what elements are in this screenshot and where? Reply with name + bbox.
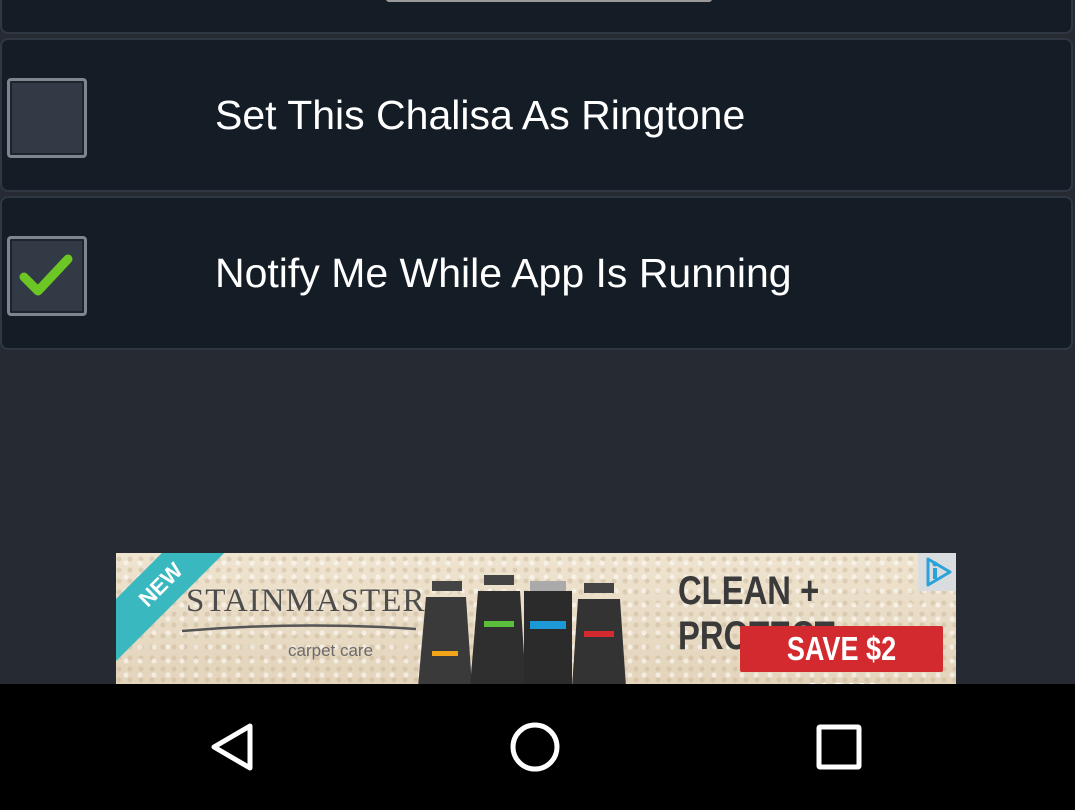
adchoices-icon[interactable] xyxy=(918,553,956,591)
product-bottles-image xyxy=(418,575,626,684)
ad-brand-sub: carpet care xyxy=(288,641,374,660)
ad-cta-label: SAVE $2 NOW xyxy=(786,630,897,684)
checkmark-icon xyxy=(19,254,73,296)
top-button[interactable] xyxy=(386,0,712,2)
home-icon[interactable] xyxy=(500,712,570,782)
ad-cta-button[interactable]: SAVE $2 NOW xyxy=(740,626,943,684)
ad-brand: STAINMASTER xyxy=(186,583,426,619)
setting-row-notify[interactable]: Notify Me While App Is Running xyxy=(0,196,1073,350)
recents-icon[interactable] xyxy=(804,712,874,782)
previous-setting-row xyxy=(0,0,1073,34)
notify-checkbox[interactable] xyxy=(7,236,87,316)
ad-banner[interactable]: NEW STAINMASTER carpet care CLEAN + PROT… xyxy=(116,553,956,684)
ad-swoosh-graphic xyxy=(181,624,417,633)
back-icon[interactable] xyxy=(198,712,268,782)
ringtone-checkbox[interactable] xyxy=(7,78,87,158)
system-nav-bar xyxy=(0,684,1075,810)
setting-row-ringtone[interactable]: Set This Chalisa As Ringtone xyxy=(0,38,1073,192)
notify-label: Notify Me While App Is Running xyxy=(215,250,792,296)
ringtone-label: Set This Chalisa As Ringtone xyxy=(215,92,746,138)
